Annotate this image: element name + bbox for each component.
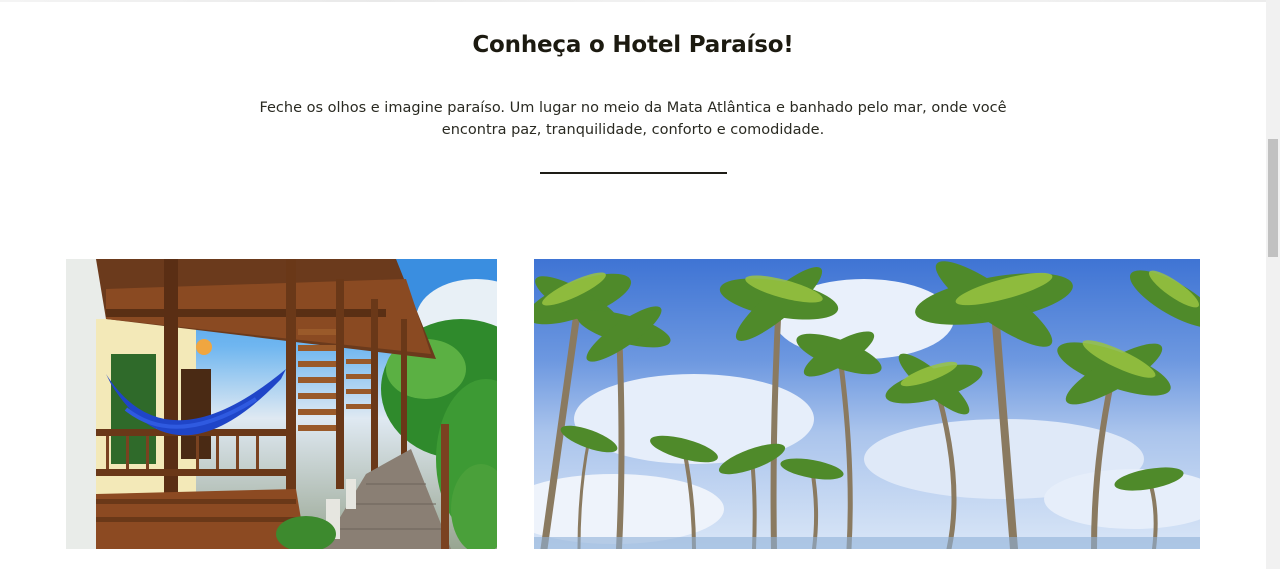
palm-trees-image: [534, 259, 1200, 549]
vertical-scrollbar[interactable]: [1266, 0, 1280, 569]
top-section-edge: [0, 0, 1266, 2]
scrollbar-thumb[interactable]: [1268, 139, 1278, 257]
hotel-veranda-image: [66, 259, 497, 549]
section-title: Conheça o Hotel Paraíso!: [472, 32, 794, 58]
section-description: Feche os olhos e imagine paraíso. Um lug…: [259, 100, 1007, 138]
section-divider: [540, 172, 727, 174]
page: Conheça o Hotel Paraíso! Feche os olhos …: [0, 0, 1280, 569]
